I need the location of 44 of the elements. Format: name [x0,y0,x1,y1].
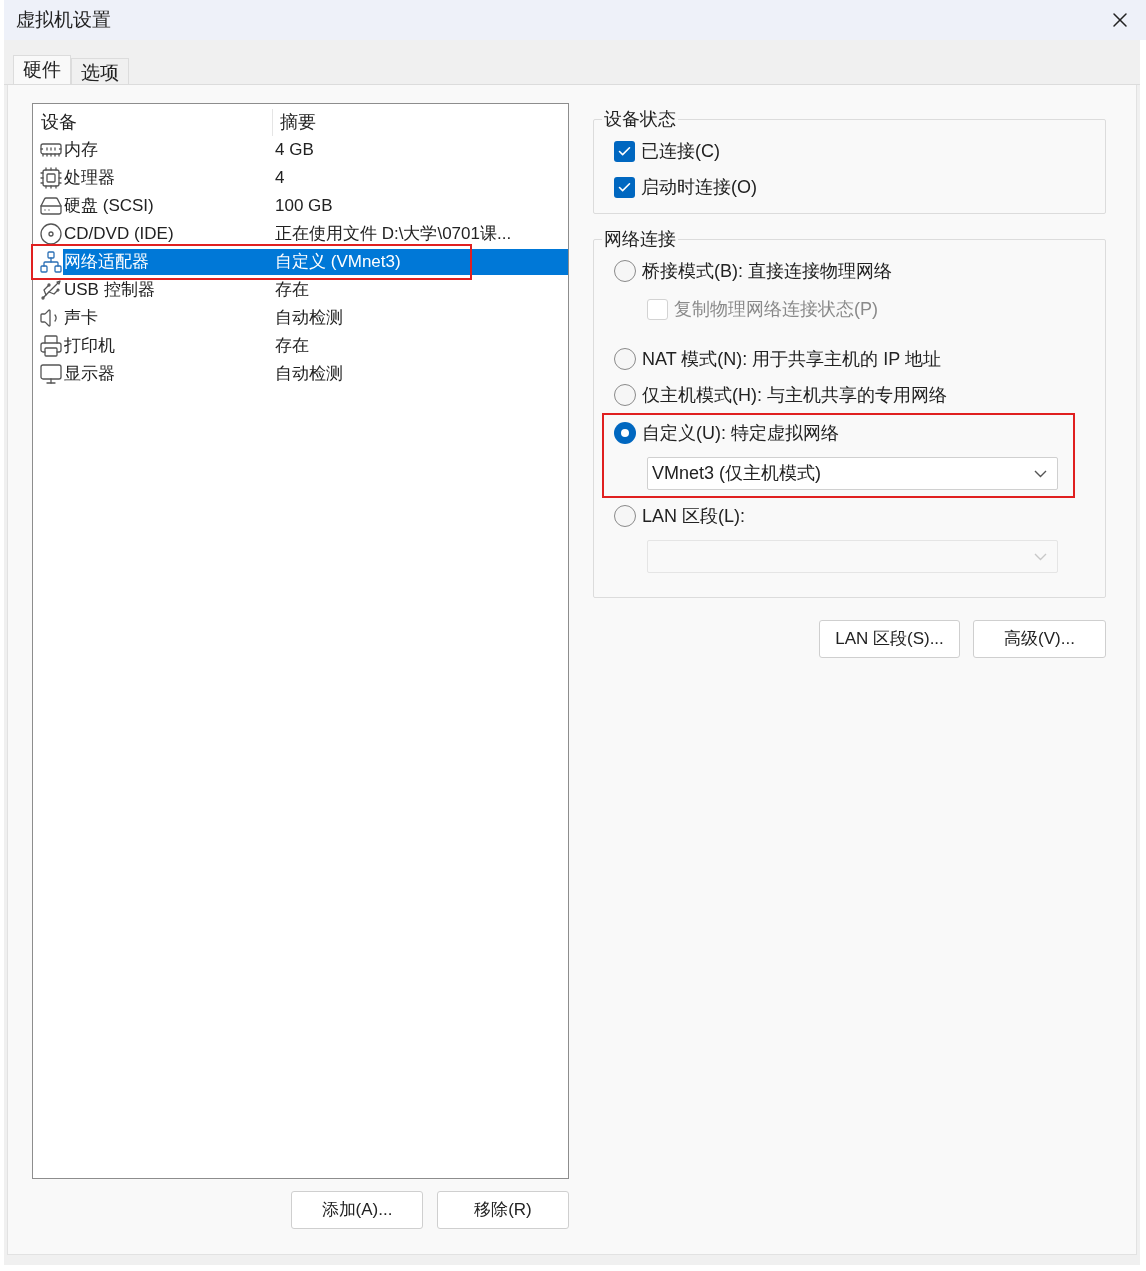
advanced-button[interactable]: 高级(V)... [973,620,1106,658]
device-row[interactable]: 网络适配器 自定义 (VMnet3) [63,249,568,275]
tab[interactable]: 选项 [71,58,129,84]
device-row[interactable]: 硬盘 (SCSI) 100 GB [63,193,568,219]
column-header[interactable]: 设备 [33,109,273,136]
group-title: 网络连接 [603,228,677,251]
device-row[interactable]: 处理器 4 [63,165,568,191]
printer-icon [39,334,63,358]
add-button[interactable]: 添加(A)... [291,1191,423,1229]
group-title: 设备状态 [603,108,677,131]
device-row[interactable]: 内存 4 GB [63,137,568,163]
window-title: 虚拟机设置 [16,7,111,32]
chevron-icon [1034,469,1047,478]
radio-label[interactable]: 自定义(U): 特定虚拟网络 [642,419,839,447]
lan-segment-button[interactable]: LAN 区段(S)... [819,620,960,658]
hard-drive-icon [39,194,63,218]
radio-label[interactable]: 仅主机模式(H): 与主机共享的专用网络 [642,381,947,409]
radio-button[interactable] [614,260,636,282]
network-dropdown[interactable]: VMnet3 (仅主机模式) [647,457,1058,490]
column-header[interactable]: 摘要 [273,109,316,136]
checkbox[interactable] [614,140,635,162]
device-row[interactable]: CD/DVD (IDE) 正在使用文件 D:\大学\0701课... [63,221,568,247]
radio-button[interactable] [614,384,636,406]
device-row[interactable]: USB 控制器 存在 [63,277,568,303]
checkbox-label[interactable]: 已连接(C) [641,137,720,165]
remove-button[interactable]: 移除(R) [437,1191,569,1229]
network-icon [39,250,63,274]
radio-label[interactable]: LAN 区段(L): [642,502,745,530]
radio-label[interactable]: 桥接模式(B): 直接连接物理网络 [642,257,892,285]
chip-icon [39,166,63,190]
device-row[interactable]: 声卡 自动检测 [63,305,568,331]
checkbox-label[interactable]: 启动时连接(O) [641,173,757,201]
chevron-icon [1034,552,1047,561]
monitor-icon [39,362,63,386]
radio-button[interactable] [614,505,636,527]
checkbox[interactable] [614,176,635,198]
radio-label[interactable]: NAT 模式(N): 用于共享主机的 IP 地址 [642,345,941,373]
disc-icon [39,222,63,246]
radio-button[interactable] [614,422,636,444]
usb-icon [39,278,63,302]
device-row[interactable]: 打印机 存在 [63,333,568,359]
device-row[interactable]: 显示器 自动检测 [63,361,568,387]
radio-button[interactable] [614,348,636,370]
tab[interactable]: 硬件 [13,55,71,84]
